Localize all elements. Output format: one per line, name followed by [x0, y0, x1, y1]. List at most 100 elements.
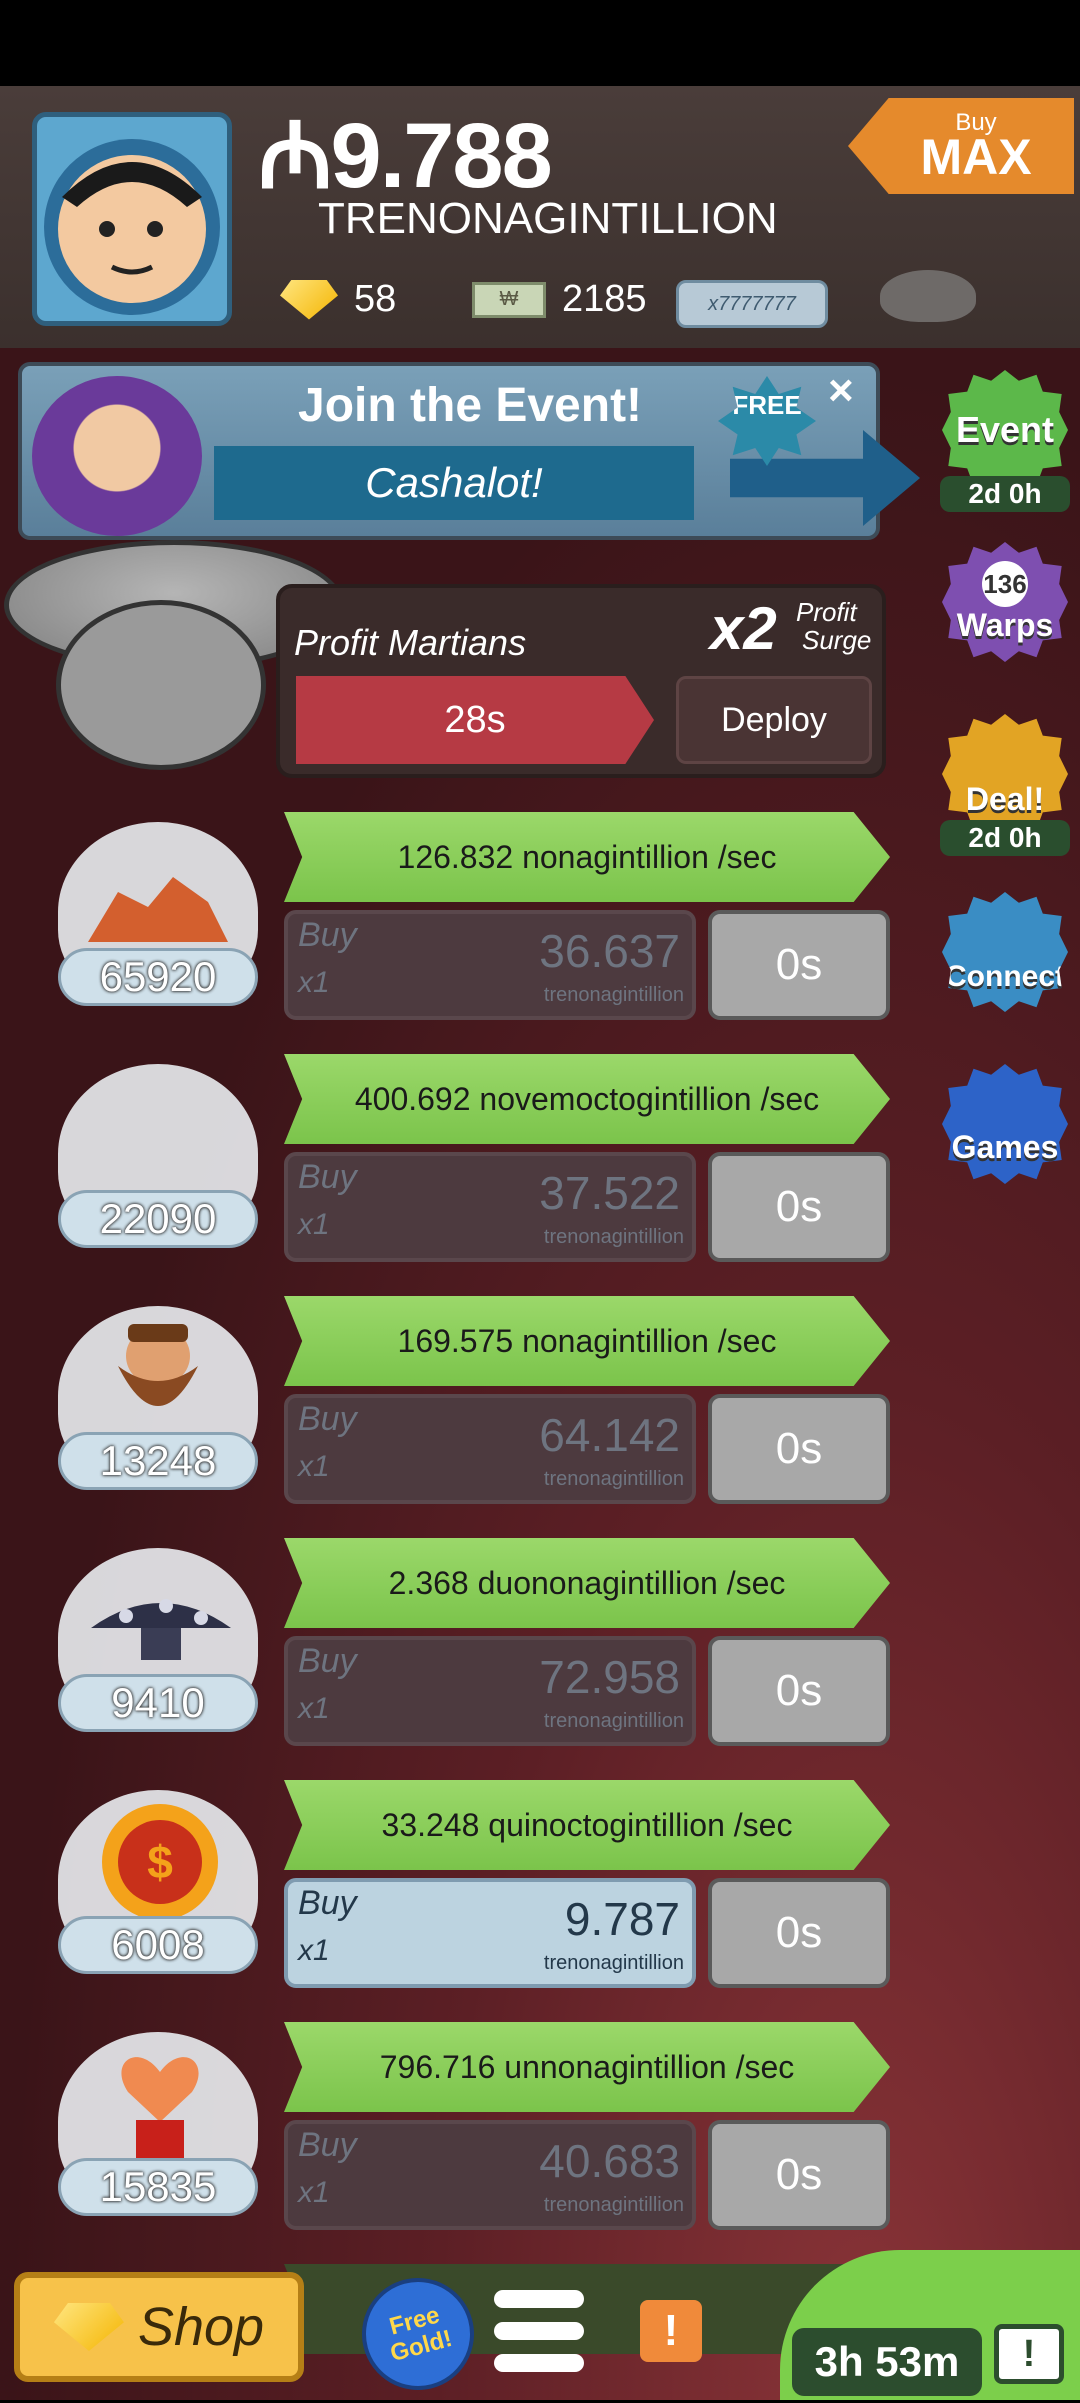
unit-row: 22090 400.692 novemoctogintillion /sec B…	[0, 1054, 1080, 1294]
unit-row: $ 6008 33.248 quinoctogintillion /sec Bu…	[0, 1780, 1080, 2020]
mushroom-house-icon	[91, 1599, 231, 1660]
event-side-button[interactable]: Event 2d 0h	[938, 370, 1072, 512]
profit-martians-title: Profit Martians	[294, 622, 527, 663]
warps-side-button[interactable]: 136 Warps	[938, 542, 1072, 662]
buy-cost: 9.787	[564, 1893, 680, 1945]
rock-pile-icon	[88, 877, 228, 942]
unit-count: 13248	[58, 1432, 258, 1490]
unit-count: 6008	[58, 1916, 258, 1974]
cycle-timer: 0s	[708, 2120, 890, 2230]
buy-button[interactable]: Buy x1 36.637 trenonagintillion	[284, 910, 696, 1020]
buy-label: Buy	[298, 1642, 357, 1680]
ufo-icon[interactable]	[880, 270, 976, 322]
buy-label: Buy	[298, 1884, 357, 1922]
megaticket-label: x7777777	[708, 292, 796, 315]
surge-label: Profit Surge	[796, 598, 871, 654]
unit-row: 13248 169.575 nonagintillion /sec Buy x1…	[0, 1296, 1080, 1536]
profit-bar[interactable]: 126.832 nonagintillion /sec	[284, 812, 890, 902]
unit-count: 65920	[58, 948, 258, 1006]
unit-row: 9410 2.368 duononagintillion /sec Buy x1…	[0, 1538, 1080, 1778]
buy-multiplier: x1	[298, 2176, 330, 2209]
buy-button[interactable]: Buy x1 9.787 trenonagintillion	[284, 1878, 696, 1988]
buy-cost-unit: trenonagintillion	[543, 1468, 684, 1490]
svg-text:$: $	[147, 1836, 173, 1888]
buy-cost: 40.683	[539, 2135, 680, 2187]
buy-label: Buy	[298, 2126, 357, 2164]
unit-count: 9410	[58, 1674, 258, 1732]
bearded-man-icon	[118, 1324, 198, 1406]
shop-label: Shop	[137, 2297, 265, 2357]
buy-button[interactable]: Buy x1 64.142 trenonagintillion	[284, 1394, 696, 1504]
unit-count: 15835	[58, 2158, 258, 2216]
gold-counter[interactable]: 58	[280, 278, 396, 321]
buy-label: Buy	[298, 1400, 357, 1438]
money-symbol: ₼	[258, 105, 333, 207]
gold-gem-icon	[53, 2303, 124, 2351]
unit-row: 15835 796.716 unnonagintillion /sec Buy …	[0, 2022, 1080, 2262]
profit-bar[interactable]: 169.575 nonagintillion /sec	[284, 1296, 890, 1386]
buy-multiplier: x1	[298, 1692, 330, 1725]
unit-row: 65920 126.832 nonagintillion /sec Buy x1…	[0, 812, 1080, 1052]
buy-button[interactable]: Buy x1 37.522 trenonagintillion	[284, 1152, 696, 1262]
buy-button[interactable]: Buy x1 72.958 trenonagintillion	[284, 1636, 696, 1746]
event-title: Join the Event!	[298, 379, 643, 432]
tv-icon[interactable]: !	[994, 2324, 1064, 2384]
buy-cost-unit: trenonagintillion	[543, 2194, 684, 2216]
buy-cost-unit: trenonagintillion	[543, 1226, 684, 1248]
buy-cost-unit: trenonagintillion	[543, 1952, 684, 1974]
deploy-button[interactable]: Deploy	[676, 676, 872, 764]
warps-label: Warps	[956, 606, 1054, 643]
buy-button[interactable]: Buy x1 40.683 trenonagintillion	[284, 2120, 696, 2230]
martian-timer: 28s	[296, 676, 654, 764]
cycle-timer: 0s	[708, 1394, 890, 1504]
buy-cost: 64.142	[539, 1409, 680, 1461]
megabucks-counter[interactable]: ₩ 2185	[472, 278, 647, 321]
alert-icon[interactable]: !	[640, 2300, 702, 2362]
dollar-sun-icon: $	[102, 1804, 218, 1920]
profit-bar[interactable]: 2.368 duononagintillion /sec	[284, 1538, 890, 1628]
warps-badge-icon: 136 Warps	[942, 542, 1068, 662]
buy-multiplier: x1	[298, 1934, 330, 1967]
megabucks-icon: ₩	[472, 281, 546, 318]
buy-max-button[interactable]: Buy MAX	[848, 98, 1074, 194]
megabucks-count: 2185	[562, 278, 647, 320]
buy-multiplier: x1	[298, 1208, 330, 1241]
surge-label-line1: Profit	[796, 597, 857, 627]
event-side-label: Event	[955, 409, 1055, 450]
money-unit: TRENONAGINTILLION	[318, 194, 778, 243]
unit-count: 22090	[58, 1190, 258, 1248]
shop-button[interactable]: Shop	[14, 2272, 304, 2382]
close-icon[interactable]: ×	[828, 366, 854, 416]
ufo-body-icon	[56, 600, 266, 770]
money-value: 9.788	[330, 105, 553, 207]
profit-bar[interactable]: 400.692 novemoctogintillion /sec	[284, 1054, 890, 1144]
profit-bar[interactable]: 33.248 quinoctogintillion /sec	[284, 1780, 890, 1870]
cycle-timer: 0s	[708, 910, 890, 1020]
astronaut-face-icon	[44, 139, 220, 315]
buy-multiplier: x1	[298, 1450, 330, 1483]
warps-count: 136	[982, 560, 1028, 607]
surge-multiplier: x2	[710, 595, 777, 662]
event-side-timer: 2d 0h	[940, 476, 1070, 512]
buy-cost: 37.522	[539, 1167, 680, 1219]
buy-cost-unit: trenonagintillion	[543, 984, 684, 1006]
buy-cost: 72.958	[539, 1651, 680, 1703]
profit-bar[interactable]: 796.716 unnonagintillion /sec	[284, 2022, 890, 2112]
heart-alien-icon	[121, 2057, 199, 2168]
buy-max-line2: MAX	[920, 129, 1032, 185]
cycle-timer: 0s	[708, 1636, 890, 1746]
cycle-timer: 0s	[708, 1878, 890, 1988]
ad-timer: 3h 53m	[792, 2328, 982, 2396]
cycle-timer: 0s	[708, 1152, 890, 1262]
gold-count: 58	[354, 278, 397, 320]
buy-cost: 36.637	[539, 925, 680, 977]
player-avatar[interactable]	[32, 112, 232, 326]
money-display: ₼9.788	[258, 110, 553, 202]
buy-cost-unit: trenonagintillion	[543, 1710, 684, 1732]
jester-icon	[32, 376, 202, 536]
buy-label: Buy	[298, 1158, 357, 1196]
menu-icon[interactable]	[494, 2290, 584, 2376]
crown-icon: Event	[942, 370, 1068, 490]
megaticket-icon[interactable]: x7777777	[676, 280, 828, 328]
surge-label-line2: Surge	[802, 625, 872, 655]
